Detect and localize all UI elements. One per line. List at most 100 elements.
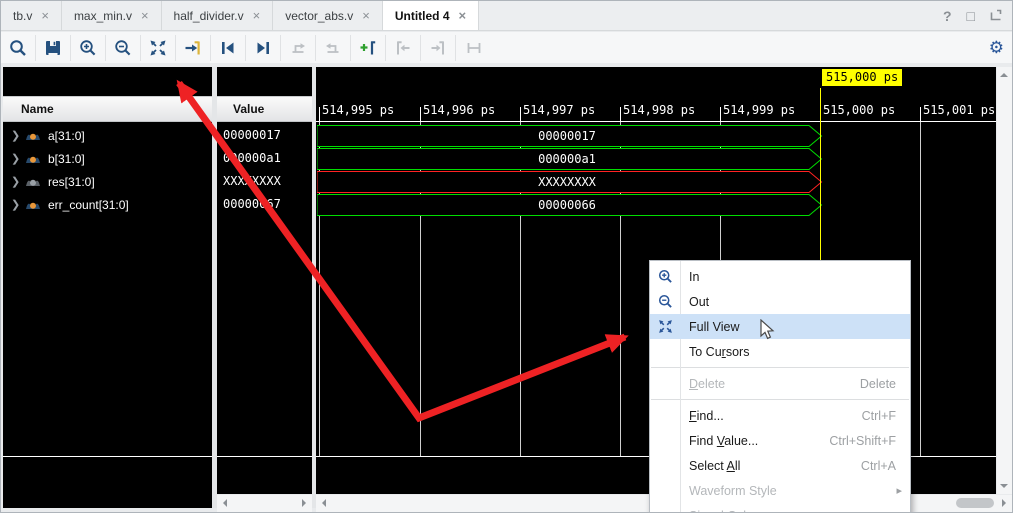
tab-tb-v[interactable]: tb.v× xyxy=(1,1,62,30)
value-horizontal-scrollbar[interactable] xyxy=(217,495,312,512)
axis-tick xyxy=(319,107,320,121)
bus-wave-b: 000000a1 xyxy=(317,148,823,170)
scroll-left-icon[interactable] xyxy=(322,499,326,507)
scroll-left-icon[interactable] xyxy=(223,499,227,507)
gridline xyxy=(920,121,921,456)
menu-item-to-cursors[interactable]: To Cursors xyxy=(650,339,910,364)
settings-gear-icon[interactable]: ⚙ xyxy=(989,32,1004,63)
time-ruler-line xyxy=(316,121,996,122)
menu-item-label: Full View xyxy=(689,320,739,334)
time-cursor-flag[interactable]: 515,000 ps xyxy=(822,69,902,86)
scrollbar-thumb[interactable] xyxy=(956,498,994,508)
signal-value-panel: Value 00000017 000000a1 XXXXXXXX 0000006… xyxy=(217,67,312,494)
axis-tick-label: 514,995 ps xyxy=(322,103,394,117)
expand-chevron-icon[interactable]: ❯ xyxy=(11,175,25,188)
vertical-scrollbar[interactable] xyxy=(997,67,1012,494)
svg-text:00000017: 00000017 xyxy=(538,129,596,143)
zoom-full-view-button[interactable] xyxy=(141,35,176,61)
bus-wave-res: XXXXXXXX xyxy=(317,171,823,193)
menu-item-full-view[interactable]: Full View xyxy=(650,314,910,339)
submenu-arrow-icon: ▸ xyxy=(896,484,902,497)
signal-value: 000000a1 xyxy=(217,147,312,170)
menu-item-label: In xyxy=(689,270,699,284)
menu-item-label: To Cursors xyxy=(689,345,749,359)
menu-item-label: Find... xyxy=(689,409,724,423)
scroll-right-icon[interactable] xyxy=(302,499,306,507)
axis-tick-label: 515,001 ps xyxy=(923,103,995,117)
menu-item-zoom-out[interactable]: Out xyxy=(650,289,910,314)
close-icon[interactable]: × xyxy=(362,9,370,22)
previous-transition-button[interactable] xyxy=(211,35,246,61)
full-view-icon xyxy=(650,318,680,335)
tab-max-min-v[interactable]: max_min.v × xyxy=(62,1,162,30)
signal-name-panel: Name ❯a[31:0] ❯ b[31:0] ❯ res[31:0] ❯ err_c… xyxy=(3,67,212,508)
axis-tick-label: 514,999 ps xyxy=(723,103,795,117)
menu-item-select-all[interactable]: Select All Ctrl+A xyxy=(650,453,910,478)
float-icon[interactable] xyxy=(990,8,1002,24)
save-wave-config-button[interactable] xyxy=(36,35,71,61)
value-column-header[interactable]: Value xyxy=(217,96,312,122)
signal-value: XXXXXXXX xyxy=(217,170,312,193)
tab-untitled-4[interactable]: Untitled 4× xyxy=(383,1,479,30)
tab-label: max_min.v xyxy=(74,9,132,23)
bus-wave-err-count: 00000066 xyxy=(317,194,823,216)
menu-separator xyxy=(651,367,909,368)
menu-item-zoom-in[interactable]: In xyxy=(650,264,910,289)
signal-row-a[interactable]: ❯a[31:0] xyxy=(3,124,212,147)
signal-name: err_count[31:0] xyxy=(48,198,129,212)
axis-tick xyxy=(720,107,721,121)
previous-marker-button xyxy=(386,35,421,61)
zoom-in-button[interactable] xyxy=(71,35,106,61)
close-icon[interactable]: × xyxy=(141,9,149,22)
search-button[interactable] xyxy=(1,35,36,61)
axis-tick-label: 514,996 ps xyxy=(423,103,495,117)
signal-row-b[interactable]: ❯ b[31:0] xyxy=(3,147,212,170)
signal-row-err-count[interactable]: ❯ err_count[31:0] xyxy=(3,193,212,216)
menu-item-signal-color: Signal Color ▸ xyxy=(650,503,910,513)
menu-item-label: Signal Color xyxy=(689,509,757,513)
signal-name: b[31:0] xyxy=(48,152,85,166)
axis-tick xyxy=(920,107,921,121)
tab-label: vector_abs.v xyxy=(285,9,353,23)
next-transition-button[interactable] xyxy=(246,35,281,61)
menu-item-label: Select All xyxy=(689,459,740,473)
zoom-out-button[interactable] xyxy=(106,35,141,61)
expand-chevron-icon[interactable]: ❯ xyxy=(11,198,25,211)
help-icon[interactable]: ? xyxy=(943,8,952,24)
maximize-icon[interactable]: □ xyxy=(967,8,975,24)
waveform-context-menu: In Out Full View To Cursors Delete Delet… xyxy=(649,260,911,513)
close-icon[interactable]: × xyxy=(253,9,261,22)
menu-item-label: Out xyxy=(689,295,709,309)
scroll-right-icon[interactable] xyxy=(1002,499,1006,507)
tab-half-divider-v[interactable]: half_divider.v × xyxy=(162,1,274,30)
swap-cursor-right-button xyxy=(316,35,351,61)
signal-row-res[interactable]: ❯ res[31:0] xyxy=(3,170,212,193)
menu-item-delete: Delete Delete xyxy=(650,371,910,396)
bus-wave-a: 00000017 xyxy=(317,125,823,147)
axis-tick-label: 514,997 ps xyxy=(523,103,595,117)
expand-chevron-icon[interactable]: ❯ xyxy=(11,152,25,165)
close-icon[interactable]: × xyxy=(459,9,467,22)
menu-item-waveform-style: Waveform Style ▸ xyxy=(650,478,910,503)
scroll-up-icon[interactable] xyxy=(1000,73,1008,77)
menu-shortcut: Ctrl+A xyxy=(861,459,896,473)
axis-tick-label: 515,000 ps xyxy=(823,103,895,117)
tab-vector-abs-v[interactable]: vector_abs.v × xyxy=(273,1,383,30)
name-column-header[interactable]: Name xyxy=(3,96,212,122)
bus-signal-icon xyxy=(25,153,41,165)
scroll-down-icon[interactable] xyxy=(1000,484,1008,488)
tab-label: half_divider.v xyxy=(174,9,244,23)
close-icon[interactable]: × xyxy=(41,9,49,22)
menu-item-find[interactable]: Find... Ctrl+F xyxy=(650,403,910,428)
bus-signal-icon xyxy=(25,199,41,211)
signal-name: res[31:0] xyxy=(48,175,95,189)
add-marker-button[interactable] xyxy=(351,35,386,61)
zoom-in-icon xyxy=(650,268,680,285)
menu-separator xyxy=(651,399,909,400)
zoom-out-icon xyxy=(650,293,680,310)
next-marker-button xyxy=(421,35,456,61)
bus-signal-icon xyxy=(25,176,41,188)
expand-chevron-icon[interactable]: ❯ xyxy=(11,129,25,142)
go-to-time-cursor-button[interactable] xyxy=(176,35,211,61)
menu-item-find-value[interactable]: Find Value... Ctrl+Shift+F xyxy=(650,428,910,453)
